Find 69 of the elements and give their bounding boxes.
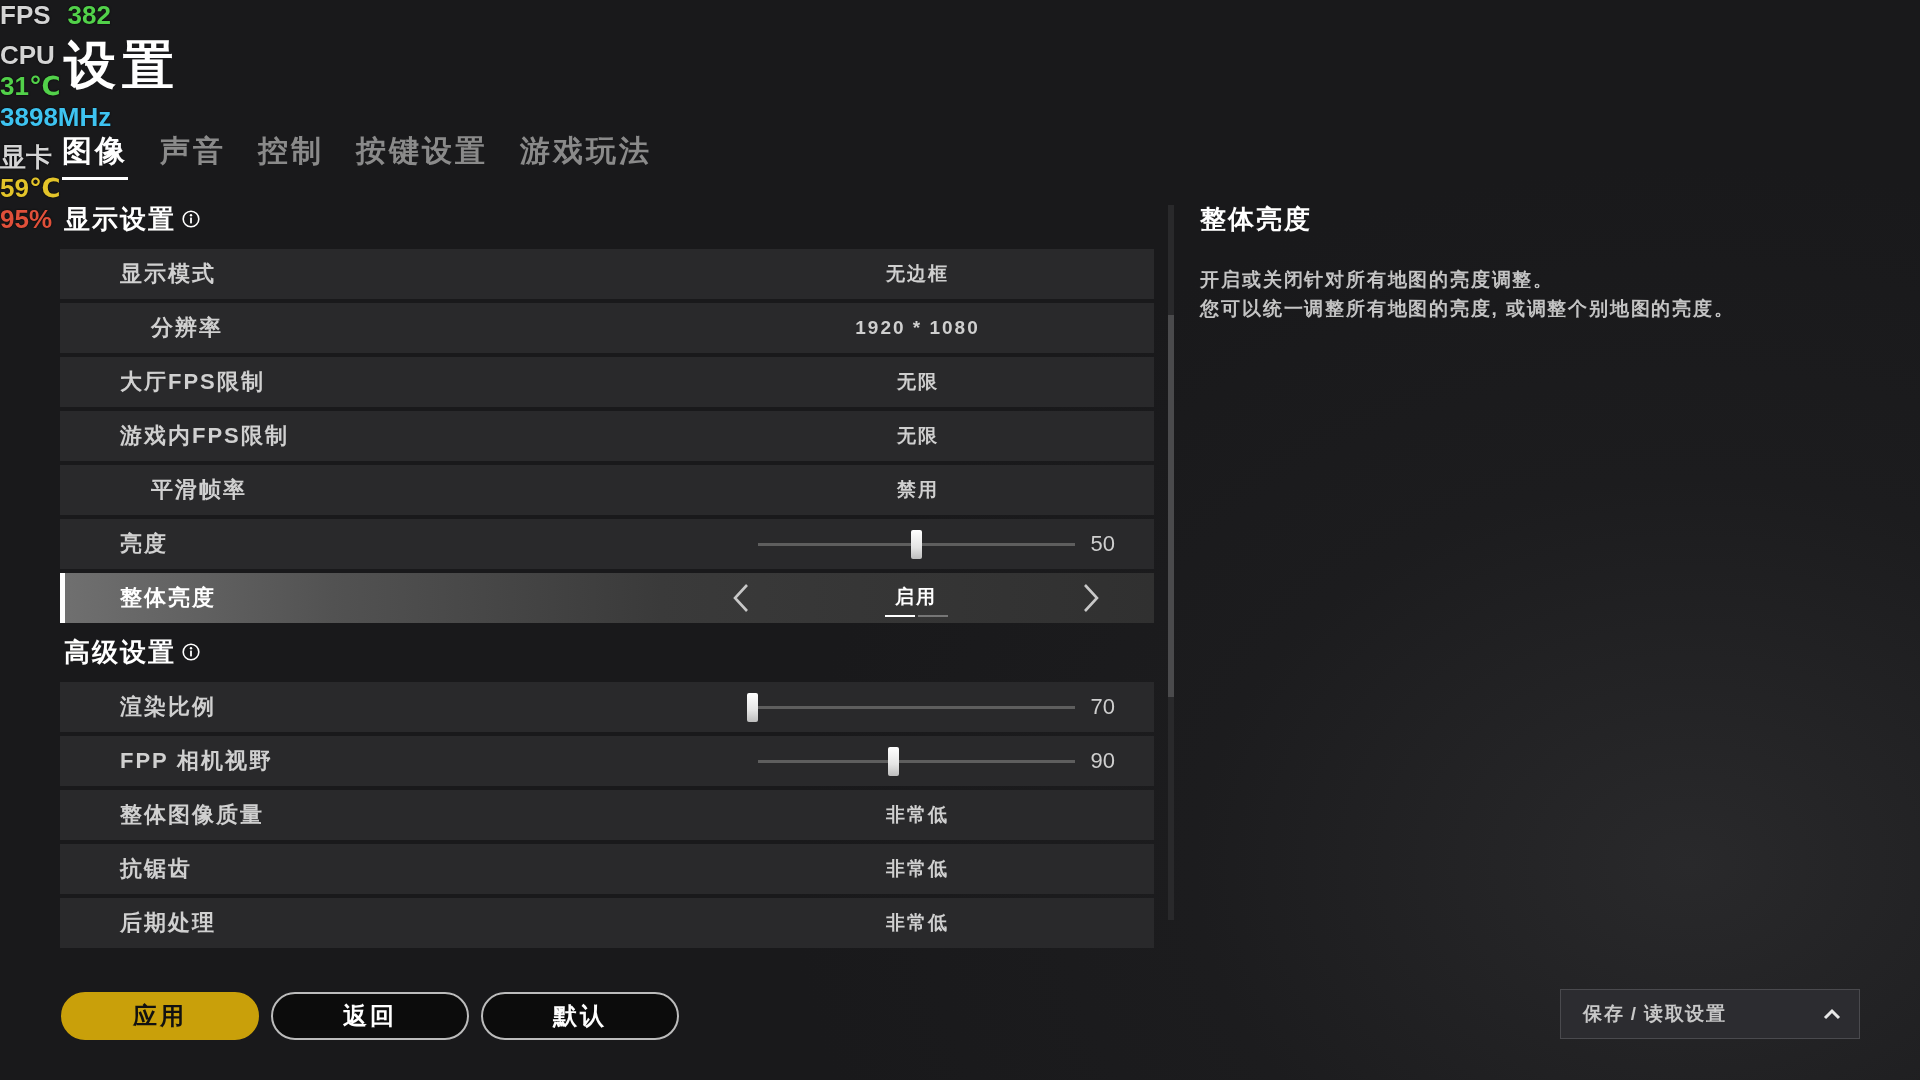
monitor-stat: 31℃: [0, 71, 61, 102]
settings-row[interactable]: 平滑帧率 禁用: [60, 465, 1155, 515]
description-text: 开启或关闭针对所有地图的亮度调整。: [1200, 268, 1555, 292]
action-button[interactable]: 默认: [481, 992, 679, 1040]
slider-thumb[interactable]: [910, 529, 922, 559]
slider-thumb[interactable]: [747, 692, 758, 722]
settings-row[interactable]: 显示模式 无边框: [60, 249, 1155, 299]
settings-row[interactable]: 亮度 50: [60, 519, 1155, 569]
setting-label: 渲染比例: [120, 693, 216, 721]
slider-value: 50: [1090, 530, 1115, 558]
tab[interactable]: 图像: [62, 133, 128, 180]
setting-label: 显示模式: [120, 260, 216, 288]
description-text: 您可以统一调整所有地图的亮度, 或调整个别地图的亮度。: [1200, 297, 1736, 321]
setting-label: 抗锯齿: [120, 855, 192, 883]
setting-label: 平滑帧率: [151, 476, 247, 504]
setting-value: 无限: [896, 424, 939, 448]
info-icon[interactable]: [182, 210, 200, 228]
settings-row[interactable]: 渲染比例 70: [60, 682, 1155, 732]
section-heading: 高级设置: [64, 636, 176, 668]
setting-value: 禁用: [896, 478, 939, 502]
setting-label: 亮度: [120, 530, 168, 558]
setting-value: 非常低: [886, 857, 949, 881]
monitor-stat: 3898MHz: [0, 102, 112, 133]
setting-label: 分辨率: [151, 314, 223, 342]
setting-value: 1920 * 1080: [855, 316, 980, 340]
info-icon[interactable]: [182, 643, 200, 661]
slider-thumb[interactable]: [887, 746, 899, 776]
slider-value: 70: [1090, 693, 1115, 721]
monitor-stat: CPU: [0, 40, 55, 71]
setting-label: FPP 相机视野: [120, 747, 273, 775]
settings-row[interactable]: 大厅FPS限制 无限: [60, 357, 1155, 407]
setting-value: 非常低: [886, 911, 949, 935]
chevron-up-icon: [1823, 1008, 1841, 1020]
setting-value: 无边框: [886, 262, 949, 286]
setting-label: 大厅FPS限制: [120, 368, 265, 396]
action-button[interactable]: 应用: [61, 992, 259, 1040]
detail-title: 整体亮度: [1200, 203, 1314, 235]
settings-row[interactable]: 后期处理 非常低: [60, 898, 1155, 948]
section-heading: 显示设置: [64, 203, 176, 235]
scrollbar-thumb[interactable]: [1168, 315, 1175, 697]
monitor-stat: 59℃: [0, 173, 61, 204]
tab[interactable]: 按键设置: [356, 133, 488, 180]
setting-value: 无限: [896, 370, 939, 394]
monitor-stat: FPS: [0, 0, 51, 31]
tab[interactable]: 游戏玩法: [520, 133, 652, 180]
scrollbar[interactable]: [1168, 205, 1175, 920]
chevron-right-icon[interactable]: [1082, 583, 1100, 613]
tab[interactable]: 声音: [160, 133, 226, 180]
monitor-stat: 382: [67, 0, 111, 31]
setting-label: 后期处理: [120, 909, 216, 937]
setting-value: 启用: [895, 585, 937, 609]
page-title: 设置: [64, 35, 180, 95]
slider-value: 90: [1090, 747, 1115, 775]
setting-label: 整体图像质量: [120, 801, 264, 829]
monitor-stat: 显卡: [0, 142, 52, 173]
setting-label: 游戏内FPS限制: [120, 422, 289, 450]
action-button[interactable]: 返回: [271, 992, 469, 1040]
settings-row[interactable]: 分辨率 1920 * 1080: [60, 303, 1155, 353]
preset-dropdown[interactable]: 保存 / 读取设置: [1560, 989, 1860, 1039]
setting-label: 整体亮度: [120, 584, 216, 612]
settings-row[interactable]: 整体图像质量 非常低: [60, 790, 1155, 840]
tab[interactable]: 控制: [258, 133, 324, 180]
setting-value: 非常低: [886, 803, 949, 827]
chevron-left-icon[interactable]: [732, 583, 750, 613]
monitor-stat: 95%: [0, 204, 53, 235]
settings-row[interactable]: 整体亮度 启用: [60, 573, 1155, 623]
settings-row[interactable]: FPP 相机视野 90: [60, 736, 1155, 786]
settings-row[interactable]: 游戏内FPS限制 无限: [60, 411, 1155, 461]
settings-row[interactable]: 抗锯齿 非常低: [60, 844, 1155, 894]
